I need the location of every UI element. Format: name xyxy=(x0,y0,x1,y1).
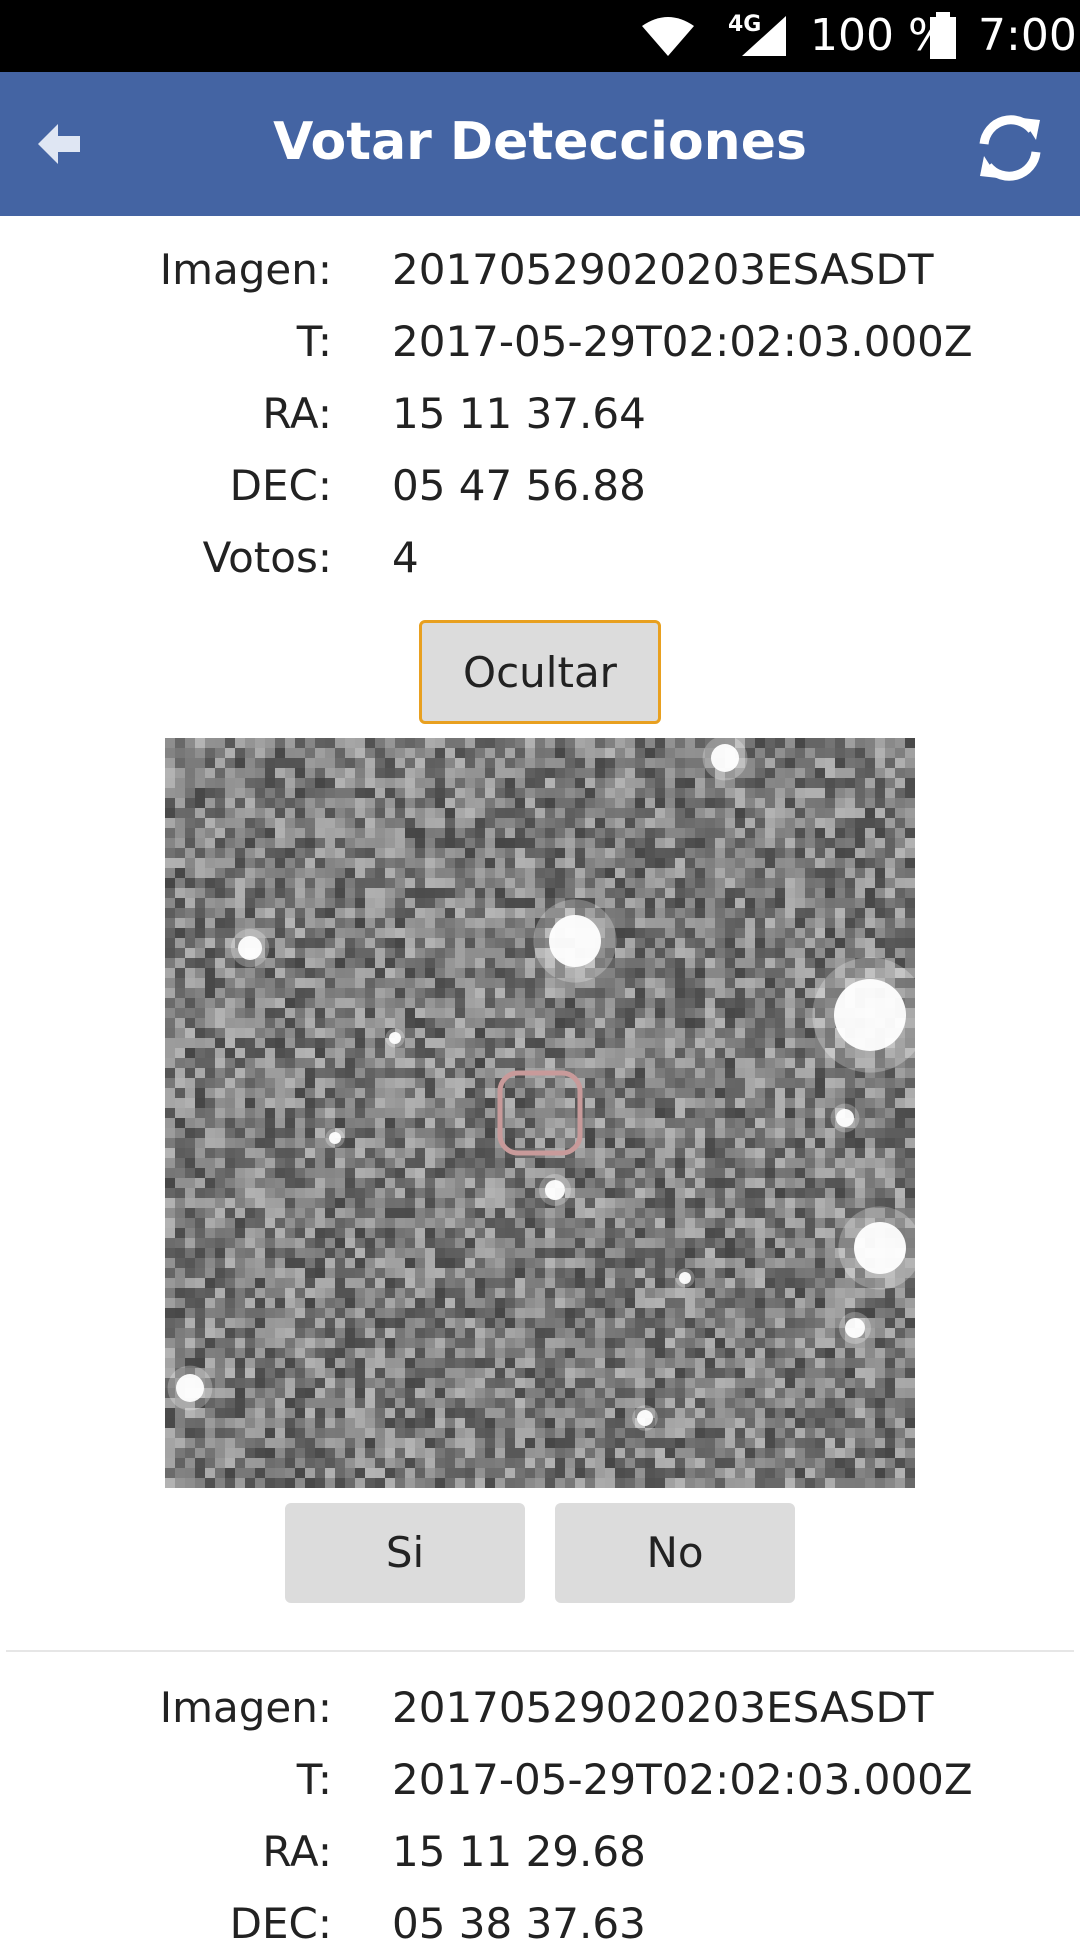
field-value: 15 11 37.64 xyxy=(392,389,646,438)
field-label: T: xyxy=(296,1755,332,1804)
field-value: 20170529020203ESASDT xyxy=(392,1683,934,1732)
star-halo xyxy=(325,1128,345,1148)
status-bar: 4G 100 % 7:00 xyxy=(0,0,1080,72)
field-label: Imagen: xyxy=(159,245,332,294)
wifi-icon xyxy=(642,17,694,56)
field-label: Votos: xyxy=(202,533,332,582)
field-value: 2017-05-29T02:02:03.000Z xyxy=(392,317,973,366)
divider xyxy=(6,1650,1074,1652)
detail-row-image: Imagen: 20170529020203ESASDT xyxy=(0,1683,1080,1743)
detail-row-ra: RA: 15 11 37.64 xyxy=(0,389,1080,449)
star-halo xyxy=(533,899,617,983)
vote-yes-button[interactable]: Si xyxy=(285,1503,525,1603)
page-title: Votar Detecciones xyxy=(273,112,807,172)
star-halo xyxy=(539,1174,571,1206)
field-value: 05 38 37.63 xyxy=(392,1899,646,1948)
detail-row-time: T: 2017-05-29T02:02:03.000Z xyxy=(0,317,1080,377)
field-value: 4 xyxy=(392,533,419,582)
field-label: DEC: xyxy=(229,1899,332,1948)
field-value: 20170529020203ESASDT xyxy=(392,245,934,294)
detail-row-time: T: 2017-05-29T02:02:03.000Z xyxy=(0,1755,1080,1815)
star-halo xyxy=(230,928,270,968)
star-halo xyxy=(632,1405,658,1431)
refresh-icon[interactable] xyxy=(970,108,1050,188)
detail-row-image: Imagen: 20170529020203ESASDT xyxy=(0,245,1080,305)
detail-row-votes: Votos: 4 xyxy=(0,533,1080,593)
star-halo xyxy=(675,1268,695,1288)
detail-row-ra: RA: 15 11 29.68 xyxy=(0,1827,1080,1887)
field-label: DEC: xyxy=(229,461,332,510)
clock: 7:00 xyxy=(978,10,1077,61)
field-value: 2017-05-29T02:02:03.000Z xyxy=(392,1755,973,1804)
field-label: Imagen: xyxy=(159,1683,332,1732)
field-value: 15 11 29.68 xyxy=(392,1827,646,1876)
battery-icon xyxy=(930,12,956,59)
hide-button[interactable]: Ocultar xyxy=(419,620,661,724)
detection-image xyxy=(165,738,915,1488)
signal-icon xyxy=(742,16,786,56)
star-field xyxy=(165,738,915,1488)
field-label: T: xyxy=(296,317,332,366)
star-halo xyxy=(839,1312,871,1344)
star-halo xyxy=(167,1365,213,1411)
field-label: RA: xyxy=(262,389,332,438)
vote-no-button[interactable]: No xyxy=(555,1503,795,1603)
star-halo xyxy=(830,1103,860,1133)
detail-row-dec: DEC: 05 38 37.63 xyxy=(0,1899,1080,1959)
detail-row-dec: DEC: 05 47 56.88 xyxy=(0,461,1080,521)
star-halo xyxy=(385,1028,405,1048)
app-bar: Votar Detecciones xyxy=(0,72,1080,216)
field-value: 05 47 56.88 xyxy=(392,461,646,510)
field-label: RA: xyxy=(262,1827,332,1876)
